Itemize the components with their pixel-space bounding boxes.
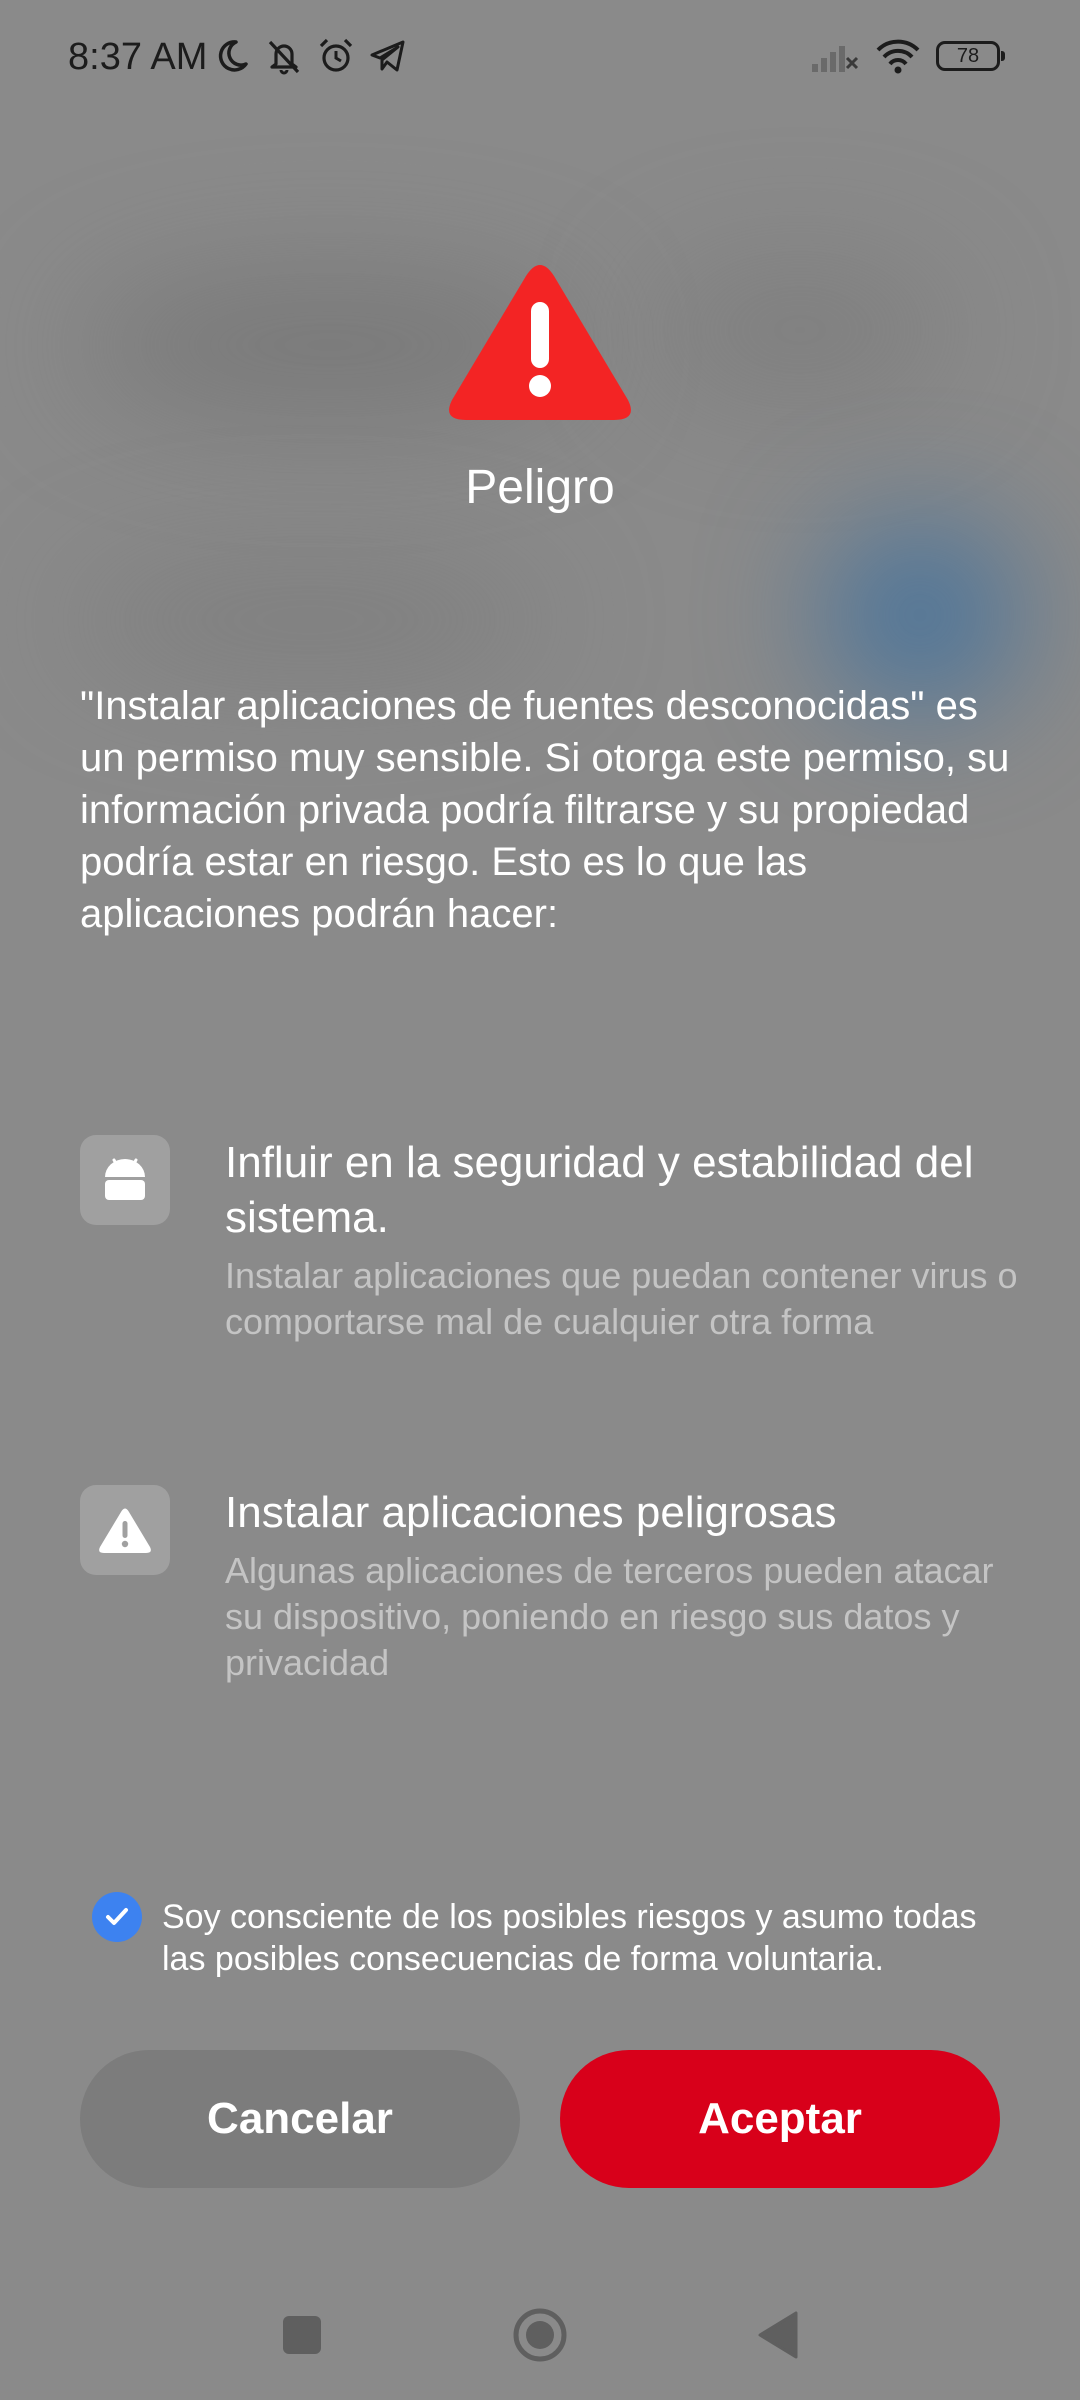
accept-button[interactable]: Aceptar [560,2050,1000,2188]
home-button[interactable] [500,2300,580,2370]
dialog-title: Peligro [465,461,615,514]
warning-icon [99,1508,151,1553]
bell-off-icon [268,40,300,75]
background-blur [70,560,550,680]
alarm-icon [319,38,353,72]
battery-icon: 78 [936,41,1005,71]
accept-button-label: Aceptar [698,2094,862,2143]
navigation-bar [0,2300,1080,2380]
consent-text[interactable]: Soy consciente de los posibles riesgos y… [162,1896,1002,1980]
permission-icon-box [80,1135,170,1225]
cancel-button-label: Cancelar [207,2094,393,2143]
home-icon [513,2308,567,2362]
telegram-icon [370,40,405,72]
background-blur [650,260,950,400]
consent-checkbox[interactable] [92,1892,142,1942]
android-icon [105,1158,145,1200]
moon-icon [218,40,248,72]
permission-title: Influir en la seguridad y estabilidad de… [225,1138,974,1242]
signal-no-service-icon [812,46,859,72]
recents-icon [283,2316,321,2354]
back-button[interactable] [738,2300,818,2370]
status-icons-left [212,36,408,76]
status-time: 8:37 AM [68,36,208,78]
cancel-button[interactable]: Cancelar [80,2050,520,2188]
status-bar: 8:37 AM 78 [0,0,1080,120]
permission-description: Instalar aplicaciones que puedan contene… [225,1255,1018,1342]
wifi-icon [876,39,920,74]
warning-triangle-icon [449,265,631,420]
permission-description: Algunas aplicaciones de terceros pueden … [225,1550,994,1683]
recents-button[interactable] [262,2300,342,2370]
back-icon [758,2311,798,2359]
permission-text: Influir en la seguridad y estabilidad de… [225,1135,1025,1345]
permission-text: Instalar aplicaciones peligrosas Algunas… [225,1485,1025,1686]
permission-title: Instalar aplicaciones peligrosas [225,1488,837,1537]
dialog-description: "Instalar aplicaciones de fuentes descon… [80,684,1010,936]
status-icons-right: 78 [810,36,1005,76]
battery-level: 78 [956,44,980,67]
checkmark-icon [106,1908,128,1925]
permission-icon-box [80,1485,170,1575]
